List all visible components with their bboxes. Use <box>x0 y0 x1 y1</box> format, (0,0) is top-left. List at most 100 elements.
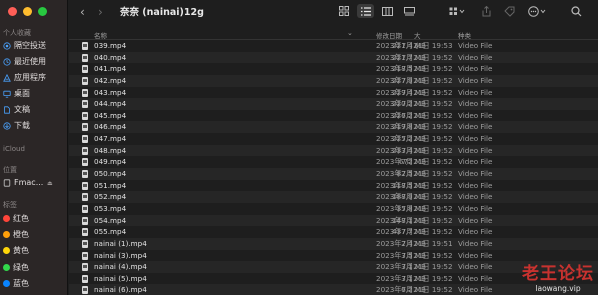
sidebar-item-downloads[interactable]: 下载 <box>3 120 30 131</box>
tag-button[interactable] <box>503 4 515 18</box>
sidebar-item-label: 橙色 <box>13 230 29 239</box>
zoom-window-button[interactable] <box>38 7 47 16</box>
column-name-header[interactable]: 名称 <box>94 30 107 40</box>
file-row[interactable]: nainai (3).mp4 2023年7月21日 19:52 3.5 MB Vide… <box>69 250 598 262</box>
action-menu-button[interactable] <box>527 4 549 18</box>
file-size: 188.9 MB <box>392 192 426 202</box>
file-name: nainai (1).mp4 <box>94 238 147 248</box>
sidebar-item-label: 桌面 <box>14 89 30 98</box>
tags-section-label: 标签 <box>3 201 17 209</box>
file-row[interactable]: 046.mp4 2023年7月21日 19:52 219.8 MB Video Fil… <box>69 121 598 134</box>
sidebar-item-documents[interactable]: 文稿 <box>3 104 30 115</box>
video-file-icon <box>82 123 88 132</box>
file-row[interactable]: 041.mp4 2023年7月21日 19:52 218.5 MB Video Fil… <box>69 63 598 75</box>
file-name: 042.mp4 <box>94 75 127 85</box>
file-row[interactable]: nainai (1).mp4 2023年7月21日 19:51 2.4 MB Vide… <box>69 237 598 250</box>
share-button[interactable] <box>480 4 492 18</box>
file-kind: Video File <box>458 64 493 74</box>
back-button[interactable]: ‹ <box>80 5 85 19</box>
video-file-icon <box>82 111 88 120</box>
sidebar-tag-red[interactable]: 红色 <box>3 213 29 224</box>
file-row[interactable]: nainai (5).mp4 2023年7月21日 19:52 3.1 MB Vide… <box>69 273 598 285</box>
yellow-tag-icon <box>3 247 10 254</box>
file-row[interactable]: 047.mp4 2023年7月21日 19:52 225.2 MB Video Fil… <box>69 133 598 145</box>
group-by-button[interactable] <box>447 4 467 18</box>
column-date-header[interactable]: 修改日期 <box>376 30 402 40</box>
file-kind: Video File <box>458 122 493 132</box>
file-row[interactable]: nainai (4).mp4 2023年7月21日 19:52 3.1 MB Vide… <box>69 261 598 273</box>
video-file-icon <box>82 158 88 167</box>
blue-tag-icon <box>3 280 10 287</box>
file-name: 044.mp4 <box>94 99 127 109</box>
sidebar-item-recents[interactable]: 最近使用 <box>3 56 46 67</box>
search-button[interactable] <box>569 4 583 18</box>
file-row[interactable]: 050.mp4 2023年7月21日 19:52 82.5 MB Video File <box>69 168 598 180</box>
file-name: nainai (4).mp4 <box>94 262 147 272</box>
sidebar-item-computer[interactable]: Fmac... <box>3 178 43 187</box>
video-file-icon <box>82 88 88 97</box>
icon-view-button[interactable] <box>337 4 351 18</box>
file-kind: Video File <box>458 52 493 62</box>
columns-icon <box>381 6 393 16</box>
sidebar-tag-green[interactable]: 绿色 <box>3 262 29 273</box>
clock-icon <box>3 57 11 66</box>
file-row[interactable]: 049.mp4 2023年7月21日 19:52 672 MB Video File <box>69 156 598 168</box>
file-name: 051.mp4 <box>94 180 127 190</box>
sidebar-item-label: 文稿 <box>14 105 30 114</box>
orange-tag-icon <box>3 231 10 238</box>
file-row[interactable]: 051.mp4 2023年7月21日 19:52 118.5 MB Video Fil… <box>69 180 598 192</box>
sidebar-item-label: 应用程序 <box>14 73 46 82</box>
file-row[interactable]: 053.mp4 2023年7月21日 19:52 35.8 MB Video File <box>69 203 598 215</box>
favorites-section-label: 个人收藏 <box>3 29 31 37</box>
column-kind-header[interactable]: 种类 <box>458 30 471 40</box>
gallery-view-button[interactable] <box>402 4 416 18</box>
file-kind: Video File <box>458 215 493 225</box>
file-size: 82.5 MB <box>396 169 426 179</box>
file-name: 055.mp4 <box>94 227 127 237</box>
toolbar: ‹ › 奈奈 (nainai)12g <box>69 0 598 28</box>
watermark: 老王论坛 laowang.vip <box>522 264 594 293</box>
eject-icon[interactable]: ⏏ <box>47 180 53 187</box>
video-file-icon <box>82 42 88 50</box>
file-row[interactable]: 043.mp4 2023年7月21日 19:52 229.4 MB Video Fil… <box>69 87 598 99</box>
file-row[interactable]: nainai (6).mp4 2023年7月21日 19:52 6.2 MB Vide… <box>69 284 598 295</box>
sidebar-tag-blue[interactable]: 蓝色 <box>3 278 29 289</box>
column-header: 名称 ⌄ 修改日期 大小 种类 <box>69 28 598 50</box>
file-name: 052.mp4 <box>94 192 127 202</box>
file-row[interactable]: 042.mp4 2023年7月21日 19:52 227.9 MB Video Fil… <box>69 74 598 87</box>
list-view-button[interactable] <box>357 4 374 18</box>
video-file-icon <box>82 170 88 179</box>
sidebar-item-label: 蓝色 <box>13 279 29 288</box>
file-name: 039.mp4 <box>94 41 127 50</box>
column-view-button[interactable] <box>380 4 394 18</box>
file-row[interactable]: 045.mp4 2023年7月21日 19:52 226.2 MB Video Fil… <box>69 110 598 122</box>
applications-icon <box>3 73 11 82</box>
file-size: 220.2 MB <box>392 99 426 109</box>
sidebar-item-applications[interactable]: 应用程序 <box>3 72 46 83</box>
window-controls <box>8 7 47 16</box>
video-file-icon <box>82 65 88 74</box>
sidebar-item-desktop[interactable]: 桌面 <box>3 88 30 99</box>
file-kind: Video File <box>458 273 493 283</box>
file-row[interactable]: 054.mp4 2023年7月21日 19:52 148.1 MB Video Fil… <box>69 214 598 227</box>
file-row[interactable]: 044.mp4 2023年7月21日 19:52 220.2 MB Video Fil… <box>69 98 598 110</box>
file-row[interactable]: 052.mp4 2023年7月21日 19:52 188.9 MB Video Fil… <box>69 191 598 203</box>
video-file-icon <box>82 193 88 202</box>
sidebar-item-airdrop[interactable]: 隔空投送 <box>3 40 46 51</box>
file-row[interactable]: 055.mp4 2023年7月21日 19:52 437.7 MB Video Fil… <box>69 226 598 238</box>
file-kind: Video File <box>458 250 493 260</box>
file-row[interactable]: 048.mp4 2023年7月21日 19:52 233.4 MB Video Fil… <box>69 144 598 157</box>
file-row[interactable]: 040.mp4 2023年7月21日 19:52 221.7 MB Video Fil… <box>69 51 598 64</box>
minimize-window-button[interactable] <box>23 7 32 16</box>
file-row[interactable]: 039.mp4 2023年7月21日 19:53 221.4 MB Video Fil… <box>69 40 598 52</box>
forward-button[interactable]: › <box>98 5 103 19</box>
file-name: 050.mp4 <box>94 169 127 179</box>
sidebar-tag-yellow[interactable]: 黄色 <box>3 245 29 256</box>
airdrop-icon <box>3 41 11 50</box>
sidebar-item-label: 隔空投送 <box>14 41 46 50</box>
file-name: 040.mp4 <box>94 52 127 62</box>
close-window-button[interactable] <box>8 7 17 16</box>
sidebar-tag-orange[interactable]: 橙色 <box>3 229 29 240</box>
icloud-section-label: iCloud <box>3 145 25 153</box>
video-file-icon <box>82 274 88 283</box>
